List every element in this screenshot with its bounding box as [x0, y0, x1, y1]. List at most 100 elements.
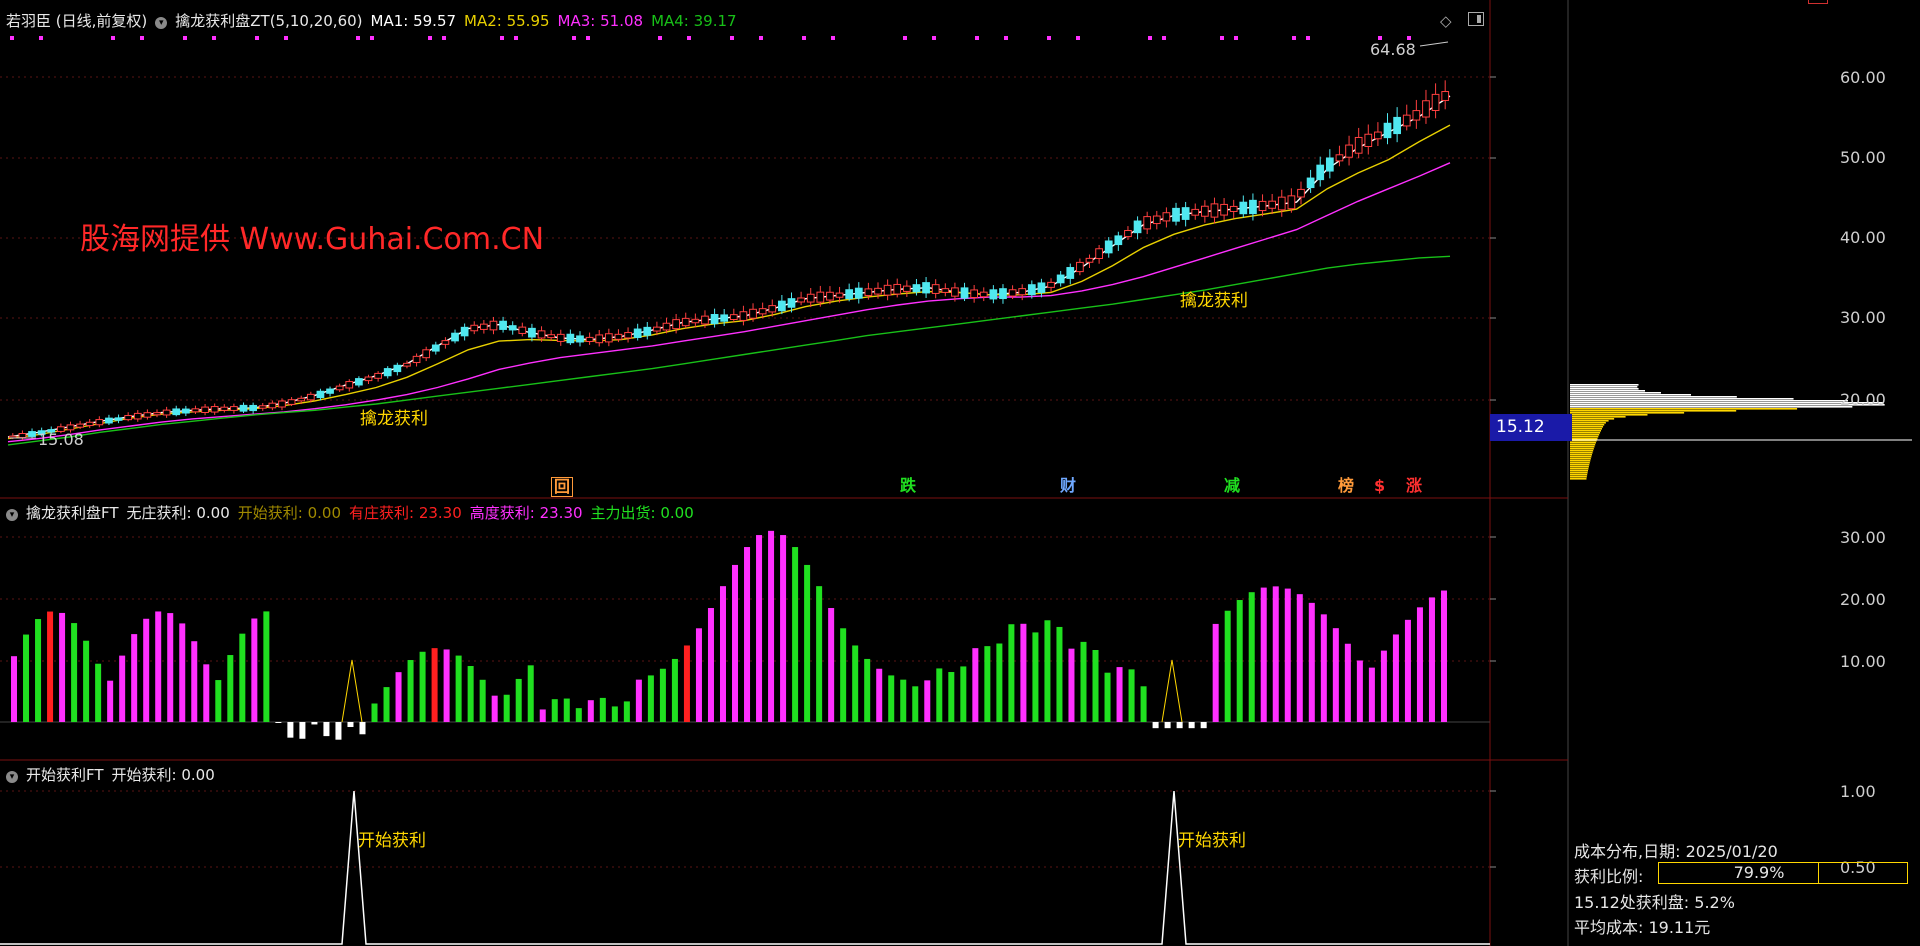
sub1-bar — [1356, 660, 1363, 722]
candle-body — [374, 372, 382, 379]
sub1-bar — [515, 678, 522, 722]
cost-dist-bar — [1570, 394, 1692, 396]
sub1-bar — [263, 611, 270, 722]
cost-dist-bar — [1570, 396, 1737, 398]
candle-body — [826, 291, 834, 301]
sub1-bar — [611, 706, 618, 722]
candle-body — [383, 368, 392, 377]
sub1-bar — [371, 703, 378, 722]
sub1-bar — [1368, 667, 1375, 722]
sub1-bar — [83, 640, 90, 722]
sub1-bar — [1032, 632, 1039, 722]
expand-circle-icon[interactable]: ▾ — [155, 17, 168, 29]
close-marker-icon[interactable] — [1808, 0, 1828, 4]
indicator-name[interactable]: 擒龙获利盘ZT(5,10,20,60) — [175, 12, 362, 30]
cost-dist-bar — [1570, 404, 1885, 406]
top-signal-dot — [1234, 36, 1238, 40]
candle-body — [999, 288, 1007, 300]
candle-body — [912, 284, 921, 293]
top-signal-dot — [428, 36, 432, 40]
cost-dist-bar — [1570, 386, 1638, 388]
candle-body — [1124, 230, 1132, 238]
chart-canvas[interactable] — [0, 0, 1920, 946]
cost-dist-bar — [1570, 416, 1626, 418]
candle-body — [951, 287, 959, 297]
sub1-bar — [599, 697, 606, 722]
sub1-bar — [443, 649, 450, 722]
top-signal-dot — [759, 36, 763, 40]
candle-body — [970, 289, 979, 298]
sub1-bar — [1404, 619, 1411, 722]
top-signal-dot — [39, 36, 43, 40]
stock-chart-window[interactable]: 若羽臣 (日线,前复权) ▾ 擒龙获利盘ZT(5,10,20,60) MA1: 59.… — [0, 0, 1920, 946]
sub1-bar — [647, 675, 654, 722]
sub1-bar — [1212, 623, 1219, 722]
candle-body — [1037, 282, 1046, 293]
sub1-bar — [71, 623, 78, 722]
event-marker-die[interactable]: 跌 — [898, 477, 918, 495]
candle-body — [1200, 205, 1209, 217]
candle-body — [162, 409, 171, 416]
panel-toggle-icon[interactable] — [1468, 12, 1484, 26]
event-marker-hui[interactable]: 回 — [551, 477, 574, 497]
stock-name[interactable]: 若羽臣 (日线,前复权) — [6, 12, 147, 30]
sub1-bar — [780, 535, 787, 722]
candle-body — [1076, 261, 1084, 273]
top-signal-dot — [10, 36, 14, 40]
candle-body — [729, 314, 738, 320]
candle-body — [681, 317, 690, 327]
sub1-circle-icon[interactable]: ▾ — [6, 509, 18, 521]
candle-body — [835, 292, 844, 298]
sub1-bar — [23, 634, 30, 722]
event-marker-bang[interactable]: 榜 — [1336, 477, 1356, 495]
event-marker-cai[interactable]: 财 — [1058, 477, 1078, 495]
ma2-value: MA2: 55.95 — [464, 12, 550, 30]
sub1-bar — [1272, 586, 1279, 722]
top-signal-dot — [183, 36, 187, 40]
candle-body — [576, 335, 584, 343]
sub2-circle-icon[interactable]: ▾ — [6, 771, 18, 783]
candle-body — [1306, 177, 1315, 189]
top-signal-dot — [255, 36, 259, 40]
ma-line-2 — [7, 124, 1451, 440]
top-signal-dot — [1076, 36, 1080, 40]
candle-body — [710, 314, 719, 325]
sub1-bar — [960, 666, 967, 722]
candle-body — [1422, 100, 1430, 118]
y-label-20: 20.00 — [1840, 390, 1886, 409]
sub1-bar — [659, 668, 666, 722]
event-marker-dollar[interactable]: $ — [1372, 477, 1387, 495]
sub1-bar — [984, 646, 991, 722]
candle-body — [258, 405, 267, 409]
sub2-name[interactable]: 开始获利FT — [26, 766, 104, 784]
sub1-bar — [1116, 667, 1123, 722]
signal-label-2: 擒龙获利 — [1180, 291, 1248, 311]
ma-line-1 — [7, 95, 1451, 438]
candle-body — [1114, 235, 1123, 246]
diamond-icon[interactable]: ◇ — [1440, 12, 1452, 30]
candle-body — [1085, 257, 1094, 263]
cost-dist-bar — [1570, 464, 1590, 466]
top-signal-dot — [1220, 36, 1224, 40]
top-signal-dot — [932, 36, 936, 40]
sub1-bar — [840, 628, 847, 722]
event-marker-zhang[interactable]: 涨 — [1404, 477, 1424, 495]
candle-body — [1325, 157, 1334, 172]
sub1-bar — [311, 722, 318, 725]
cost-dist-bar — [1570, 478, 1587, 480]
cost-dist-bar — [1570, 476, 1587, 478]
candle-body — [566, 333, 575, 344]
y-label-30: 30.00 — [1840, 308, 1886, 327]
sub1-bar — [59, 612, 66, 722]
candle-body — [76, 423, 84, 428]
cost-dist-bar — [1570, 468, 1589, 470]
sub1-v2: 开始获利: 0.00 — [237, 504, 341, 522]
top-signal-dot — [356, 36, 360, 40]
profit-ratio-bar: 79.9% — [1658, 862, 1908, 884]
profit-at-price: 15.12处获利盘: 5.2% — [1574, 893, 1735, 912]
candle-body — [768, 305, 777, 313]
sub1-bar — [1140, 686, 1147, 722]
sub1-name[interactable]: 擒龙获利盘FT — [26, 504, 119, 522]
event-marker-jian[interactable]: 减 — [1222, 477, 1242, 495]
candle-body — [403, 362, 411, 367]
